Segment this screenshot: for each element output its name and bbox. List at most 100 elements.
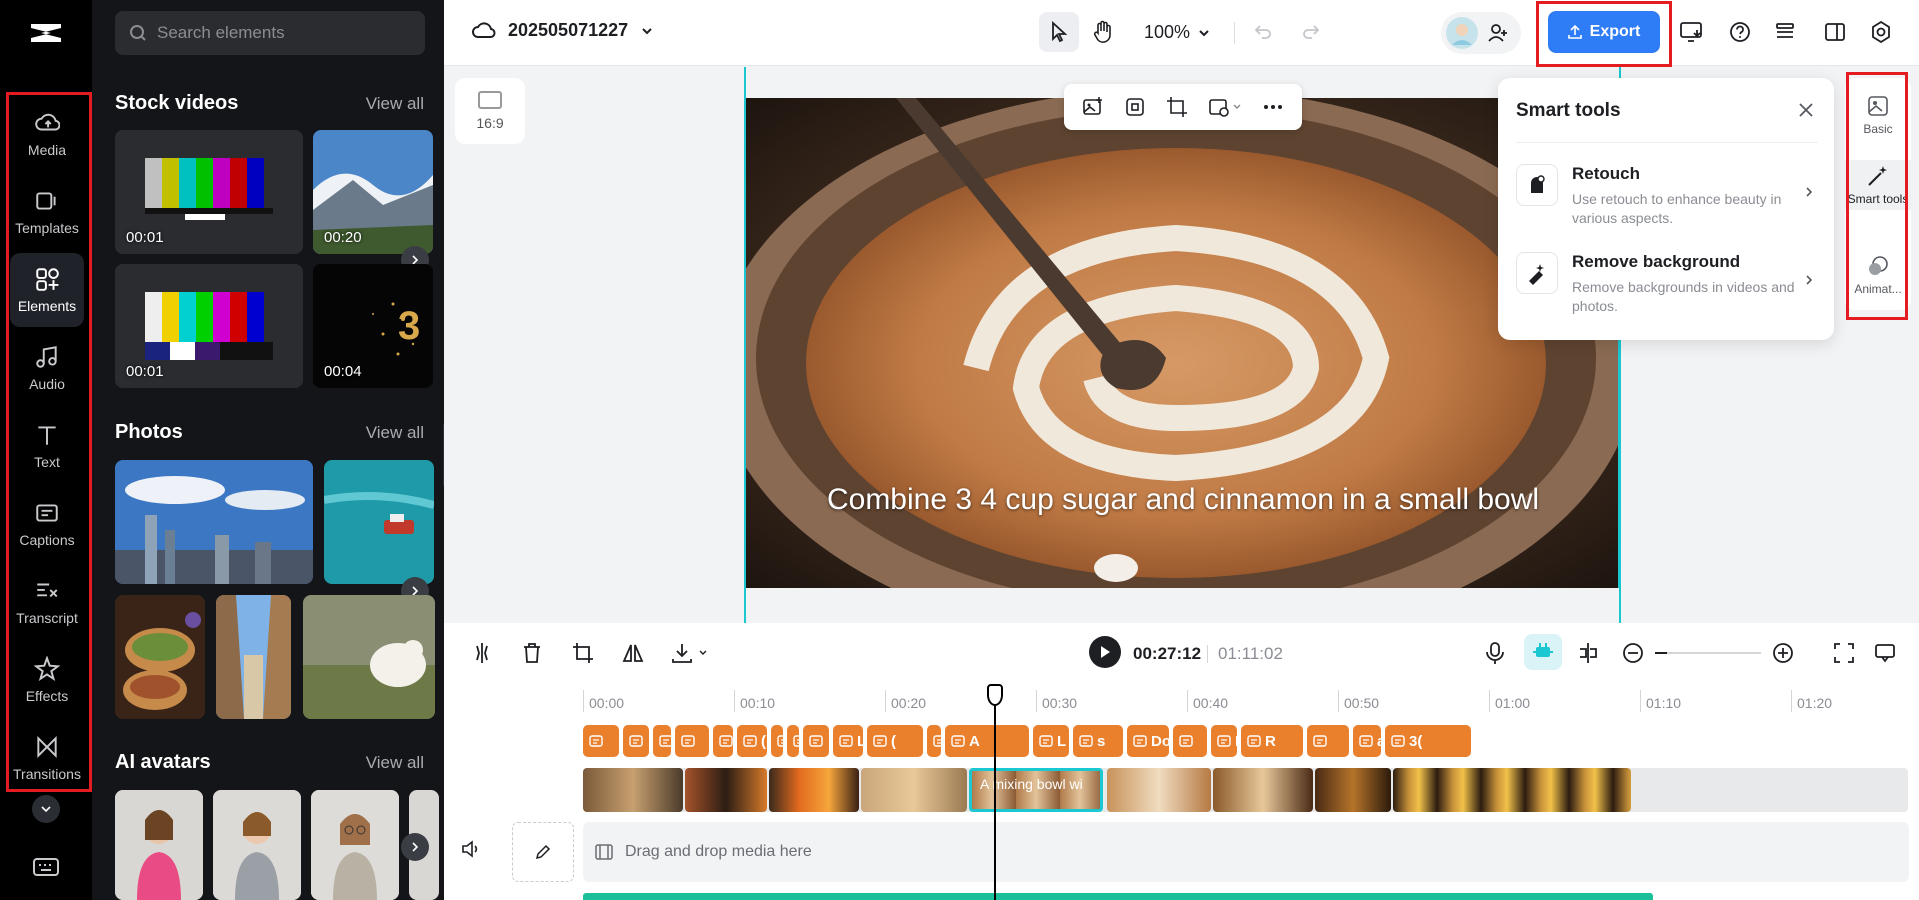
audio-track[interactable]: [583, 893, 1653, 900]
video-clip[interactable]: [685, 768, 767, 812]
text-clip[interactable]: 3(: [1385, 725, 1471, 757]
text-clip[interactable]: s: [1073, 725, 1123, 757]
stock-video-thumb[interactable]: 00:20: [313, 130, 433, 254]
video-clip[interactable]: [1393, 768, 1631, 812]
download-dropdown[interactable]: [670, 641, 708, 665]
close-icon[interactable]: [1796, 100, 1816, 120]
text-clip[interactable]: [1307, 725, 1349, 757]
mute-button[interactable]: [460, 838, 490, 868]
text-clip[interactable]: (: [737, 725, 767, 757]
text-clip[interactable]: [713, 725, 733, 757]
redo-button[interactable]: [1297, 18, 1325, 46]
video-clip[interactable]: [583, 768, 683, 812]
text-clip[interactable]: Dol: [1127, 725, 1169, 757]
feedback-icon[interactable]: [1874, 642, 1896, 664]
search-icon: [130, 25, 146, 41]
text-clip[interactable]: Lin: [833, 725, 863, 757]
image-options-dropdown[interactable]: [1208, 96, 1242, 118]
playhead-handle[interactable]: [987, 684, 1003, 706]
aspect-ratio-label: 16:9: [476, 115, 504, 131]
photo-thumb[interactable]: [303, 595, 435, 719]
delete-icon[interactable]: [521, 641, 543, 665]
magnet-snap-toggle[interactable]: [1524, 634, 1562, 670]
collaborators[interactable]: [1441, 12, 1521, 54]
more-chevron-icon[interactable]: [32, 795, 60, 823]
video-clip[interactable]: [1107, 768, 1211, 812]
crop-icon[interactable]: [571, 641, 595, 665]
present-button[interactable]: [1678, 18, 1706, 46]
ai-avatars-view-all[interactable]: View all: [366, 753, 424, 773]
help-button[interactable]: [1726, 18, 1754, 46]
selected-video-clip[interactable]: A mixing bowl wi: [969, 768, 1103, 812]
stock-video-thumb[interactable]: 3 00:04: [313, 264, 433, 388]
split-icon[interactable]: [470, 641, 494, 665]
ai-avatar-thumb[interactable]: [311, 790, 399, 900]
drop-media-zone[interactable]: Drag and drop media here: [583, 822, 1909, 882]
replace-image-icon[interactable]: [1082, 96, 1104, 118]
aspect-ratio-button[interactable]: 16:9: [455, 78, 525, 144]
more-icon[interactable]: [1262, 96, 1284, 118]
ai-avatars-next-button[interactable]: [401, 833, 429, 861]
text-clip[interactable]: [675, 725, 709, 757]
text-clip[interactable]: L: [1033, 725, 1069, 757]
text-clip[interactable]: (: [867, 725, 923, 757]
crop-icon[interactable]: [1166, 96, 1188, 118]
stock-video-thumb[interactable]: 00:01: [115, 264, 303, 388]
zoom-slider[interactable]: [1655, 652, 1761, 654]
text-clip[interactable]: R: [1241, 725, 1303, 757]
text-clip[interactable]: [803, 725, 829, 757]
zoom-out-icon[interactable]: [1622, 642, 1644, 664]
video-clip[interactable]: [1315, 768, 1391, 812]
video-clip[interactable]: [861, 768, 967, 812]
layout-button[interactable]: [1821, 18, 1849, 46]
text-clip[interactable]: Combi: [927, 725, 941, 757]
layers-button[interactable]: [1771, 18, 1799, 46]
hand-tool-button[interactable]: [1089, 18, 1117, 46]
zoom-dropdown[interactable]: 100%: [1144, 22, 1210, 43]
microphone-icon[interactable]: [1484, 641, 1506, 665]
text-clip[interactable]: [583, 725, 619, 757]
zoom-in-icon[interactable]: [1772, 642, 1794, 664]
retouch-tool[interactable]: Retouch Use retouch to enhance beauty in…: [1516, 164, 1818, 244]
edit-cover-button[interactable]: [512, 822, 574, 882]
photo-thumb[interactable]: [216, 595, 291, 719]
remove-background-tool[interactable]: Remove background Remove backgrounds in …: [1516, 252, 1818, 332]
ai-avatar-thumb[interactable]: [213, 790, 301, 900]
video-caption[interactable]: Combine 3 4 cup sugar and cinnamon in a …: [808, 485, 1558, 515]
video-track[interactable]: [583, 768, 1908, 812]
add-user-icon[interactable]: [1487, 22, 1509, 44]
photos-title: Photos: [115, 421, 183, 443]
fullscreen-icon[interactable]: [1833, 642, 1855, 664]
undo-button[interactable]: [1249, 18, 1277, 46]
text-clip[interactable]: and cc: [1353, 725, 1381, 757]
photo-thumb[interactable]: [115, 460, 313, 584]
redo-icon: [1303, 25, 1320, 39]
text-clip[interactable]: A: [945, 725, 1029, 757]
photo-thumb[interactable]: [115, 595, 205, 719]
text-clip[interactable]: [623, 725, 649, 757]
ai-avatar-thumb[interactable]: [115, 790, 203, 900]
smart-crop-icon[interactable]: [1124, 96, 1146, 118]
text-clip[interactable]: [787, 725, 799, 757]
settings-button[interactable]: [1867, 18, 1895, 46]
text-clip[interactable]: [1173, 725, 1207, 757]
play-button[interactable]: [1089, 636, 1121, 668]
capcut-logo[interactable]: [27, 18, 65, 48]
keyboard-icon[interactable]: [32, 855, 60, 879]
photos-view-all[interactable]: View all: [366, 423, 424, 443]
text-clip[interactable]: (: [653, 725, 671, 757]
split-view-icon[interactable]: [1576, 641, 1600, 665]
search-input[interactable]: Search elements: [115, 11, 425, 55]
text-clip[interactable]: Bake: [1211, 725, 1237, 757]
video-clip[interactable]: [769, 768, 859, 812]
flip-icon[interactable]: [621, 641, 645, 665]
video-clip[interactable]: [1213, 768, 1313, 812]
project-title[interactable]: 202505071227: [472, 20, 654, 41]
photo-thumb[interactable]: [324, 460, 434, 584]
select-tool-button[interactable]: [1039, 12, 1079, 52]
playhead[interactable]: [994, 684, 996, 900]
text-clip[interactable]: [771, 725, 783, 757]
text-track[interactable]: ((Lin (Combi A Ls Dol Bake Rand cc 3(: [583, 725, 1653, 757]
stock-video-thumb[interactable]: 00:01: [115, 130, 303, 254]
stock-videos-view-all[interactable]: View all: [366, 94, 424, 114]
